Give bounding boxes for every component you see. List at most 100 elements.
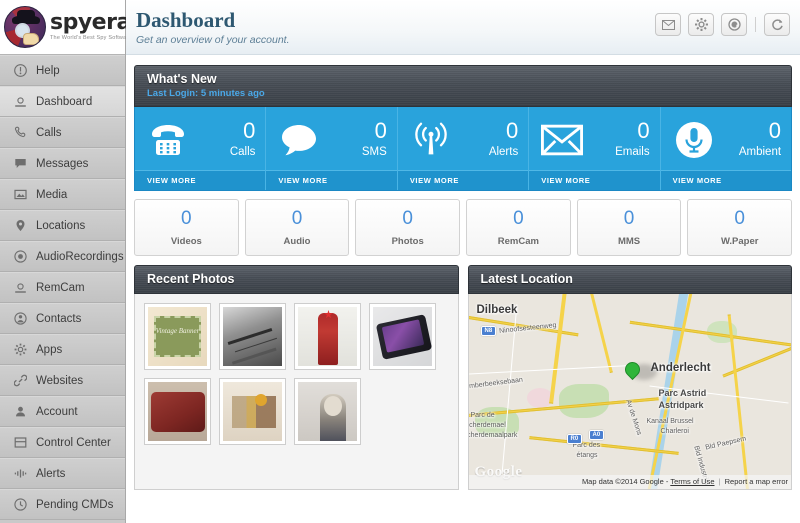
link-icon [14, 374, 27, 387]
latest-location-panel: Latest Location Dilbeek N8 Ninoofsesteen… [467, 265, 792, 490]
speech-bubble-icon [278, 120, 320, 160]
sidebar-item-control-center[interactable]: Control Center [0, 427, 125, 458]
tile-values: 0 Calls [230, 120, 256, 159]
tile-label: Ambient [738, 146, 782, 159]
stat-label: Photos [391, 236, 424, 247]
stat-card-photos[interactable]: 0 Photos [355, 199, 461, 256]
sidebar-item-label: Calls [36, 126, 62, 139]
secondary-stats-row: 0 Videos 0 Audio 0 Photos 0 RemCam 0 MMS 0 W.Paper [134, 199, 793, 256]
sidebar-item-label: Help [36, 64, 60, 77]
map-label: Parc de [470, 412, 495, 419]
tile-count: 0 [505, 118, 519, 144]
sidebar-item-label: Media [36, 188, 68, 201]
tile-values: 0 Ambient [739, 120, 781, 159]
photo-red-leather-bag[interactable] [144, 378, 211, 445]
photo-dark-tablet[interactable] [369, 303, 436, 370]
sidebar-item-contacts[interactable]: Contacts [0, 303, 125, 334]
tile-body: 0 Calls [135, 107, 265, 170]
photo-blackwhite-tools[interactable] [219, 303, 286, 370]
tile-body: 0 Emails [529, 107, 659, 170]
location-marker-green[interactable] [621, 358, 657, 383]
stat-card-w-paper[interactable]: 0 W.Paper [687, 199, 793, 256]
sidebar-item-websites[interactable]: Websites [0, 365, 125, 396]
sidebar-item-apps[interactable]: Apps [0, 334, 125, 365]
envelope-icon [541, 120, 584, 160]
map-label: étangs [576, 452, 598, 459]
whats-new-header: What's New Last Login: 5 minutes ago [134, 65, 792, 107]
sidebar-item-dashboard[interactable]: Dashboard [0, 86, 125, 117]
tile-body: 0 SMS [266, 107, 396, 170]
tile-body: 0 Alerts [398, 107, 528, 170]
map-label: Scherdemaalpark [469, 432, 518, 439]
control-panel-icon [14, 436, 27, 449]
sidebar-item-audiorecordings[interactable]: AudioRecordings [0, 241, 125, 272]
sidebar-item-help[interactable]: Help [0, 55, 125, 86]
sidebar-item-label: Locations [36, 219, 86, 232]
terms-of-use-link[interactable]: Terms of Use [670, 477, 714, 486]
sidebar-item-media[interactable]: Media [0, 179, 125, 210]
mail-button[interactable] [655, 13, 681, 36]
sidebar-item-messages[interactable]: Messages [0, 148, 125, 179]
photo-caption: Vintage Banner [155, 327, 200, 335]
photo-collage-scrapbook[interactable] [219, 378, 286, 445]
toolbar-divider [755, 17, 756, 32]
sidebar-item-label: Contacts [36, 312, 82, 325]
sidebar-item-locations[interactable]: Locations [0, 210, 125, 241]
photo-red-gas-pump[interactable] [294, 303, 361, 370]
stat-count: 0 [513, 208, 524, 229]
stat-label: Videos [170, 236, 202, 247]
report-map-error-link[interactable]: Report a map error [725, 477, 788, 486]
tile-alerts: 0 Alerts VIEW MORE [397, 107, 530, 190]
help-icon [14, 64, 27, 77]
target-button[interactable] [721, 13, 747, 36]
tile-label: Emails [615, 146, 650, 159]
sidebar-item-label: Alerts [36, 467, 66, 480]
stat-card-remcam[interactable]: 0 RemCam [466, 199, 571, 256]
tile-label: Calls [229, 146, 256, 159]
sidebar-item-pending-cmds[interactable]: Pending CMDs [0, 489, 125, 520]
stat-count: 0 [291, 208, 303, 229]
sidebar-item-calls[interactable]: Calls [0, 117, 125, 148]
view-more-link[interactable]: VIEW MORE [529, 170, 660, 190]
sidebar-item-label: Dashboard [36, 95, 93, 108]
settings-button[interactable] [688, 13, 714, 36]
sidebar-item-remcam[interactable]: RemCam [0, 272, 125, 303]
camera-icon [14, 281, 27, 294]
view-more-link[interactable]: VIEW MORE [397, 170, 529, 190]
message-bubble-icon [14, 157, 27, 170]
recent-photos-title: Recent Photos [147, 272, 235, 286]
stat-card-videos[interactable]: 0 Videos [134, 199, 239, 256]
whats-new-title: What's New [147, 72, 217, 86]
latest-location-header: Latest Location [467, 265, 792, 294]
sidebar-item-account[interactable]: Account [0, 396, 125, 427]
stat-label: MMS [617, 236, 641, 247]
map-label: Av de Mons [623, 398, 642, 437]
stat-label: W.Paper [720, 236, 759, 247]
brand-logo[interactable]: spyera The World's Best Spy Software [0, 0, 131, 55]
map-canvas[interactable]: Dilbeek N8 Ninoofsesteenweg Imberbeekseb… [468, 294, 791, 489]
brand-tagline: The World's Best Spy Software [50, 35, 132, 42]
sidebar-item-alerts[interactable]: Alerts [0, 458, 125, 489]
recent-photos-body: Vintage Banner [134, 294, 459, 490]
tile-label: Alerts [488, 146, 519, 159]
photo-vintage-banner[interactable]: Vintage Banner [144, 303, 211, 370]
sidebar: spyera The World's Best Spy Software Hel… [0, 0, 131, 523]
view-more-link[interactable]: VIEW MORE [135, 170, 266, 190]
stat-count: 0 [623, 208, 635, 229]
stat-card-mms[interactable]: 0 MMS [576, 199, 682, 256]
view-more-link[interactable]: VIEW MORE [660, 170, 792, 190]
stat-card-audio[interactable]: 0 Audio [244, 199, 350, 256]
latest-location-title: Latest Location [480, 272, 573, 286]
bottom-panels: Recent Photos Vintage Banner Latest Loca… [134, 265, 792, 490]
page-header: Dashboard Get an overview of your accoun… [126, 0, 800, 55]
tile-count: 0 [768, 118, 782, 144]
view-more-link[interactable]: VIEW MORE [266, 170, 397, 190]
map-attribution: Map data ©2014 Google - Terms of Use | R… [468, 474, 791, 489]
refresh-button[interactable] [764, 13, 790, 36]
tile-body: 0 Ambient [661, 107, 791, 170]
whats-new-panel: What's New Last Login: 5 minutes ago 0 Ca… [134, 65, 792, 191]
stat-label: Audio [283, 236, 311, 247]
main-area: Dashboard Get an overview of your accoun… [126, 0, 800, 523]
photo-vintage-girl-portrait[interactable] [294, 378, 361, 445]
signal-alert-icon [14, 467, 27, 480]
